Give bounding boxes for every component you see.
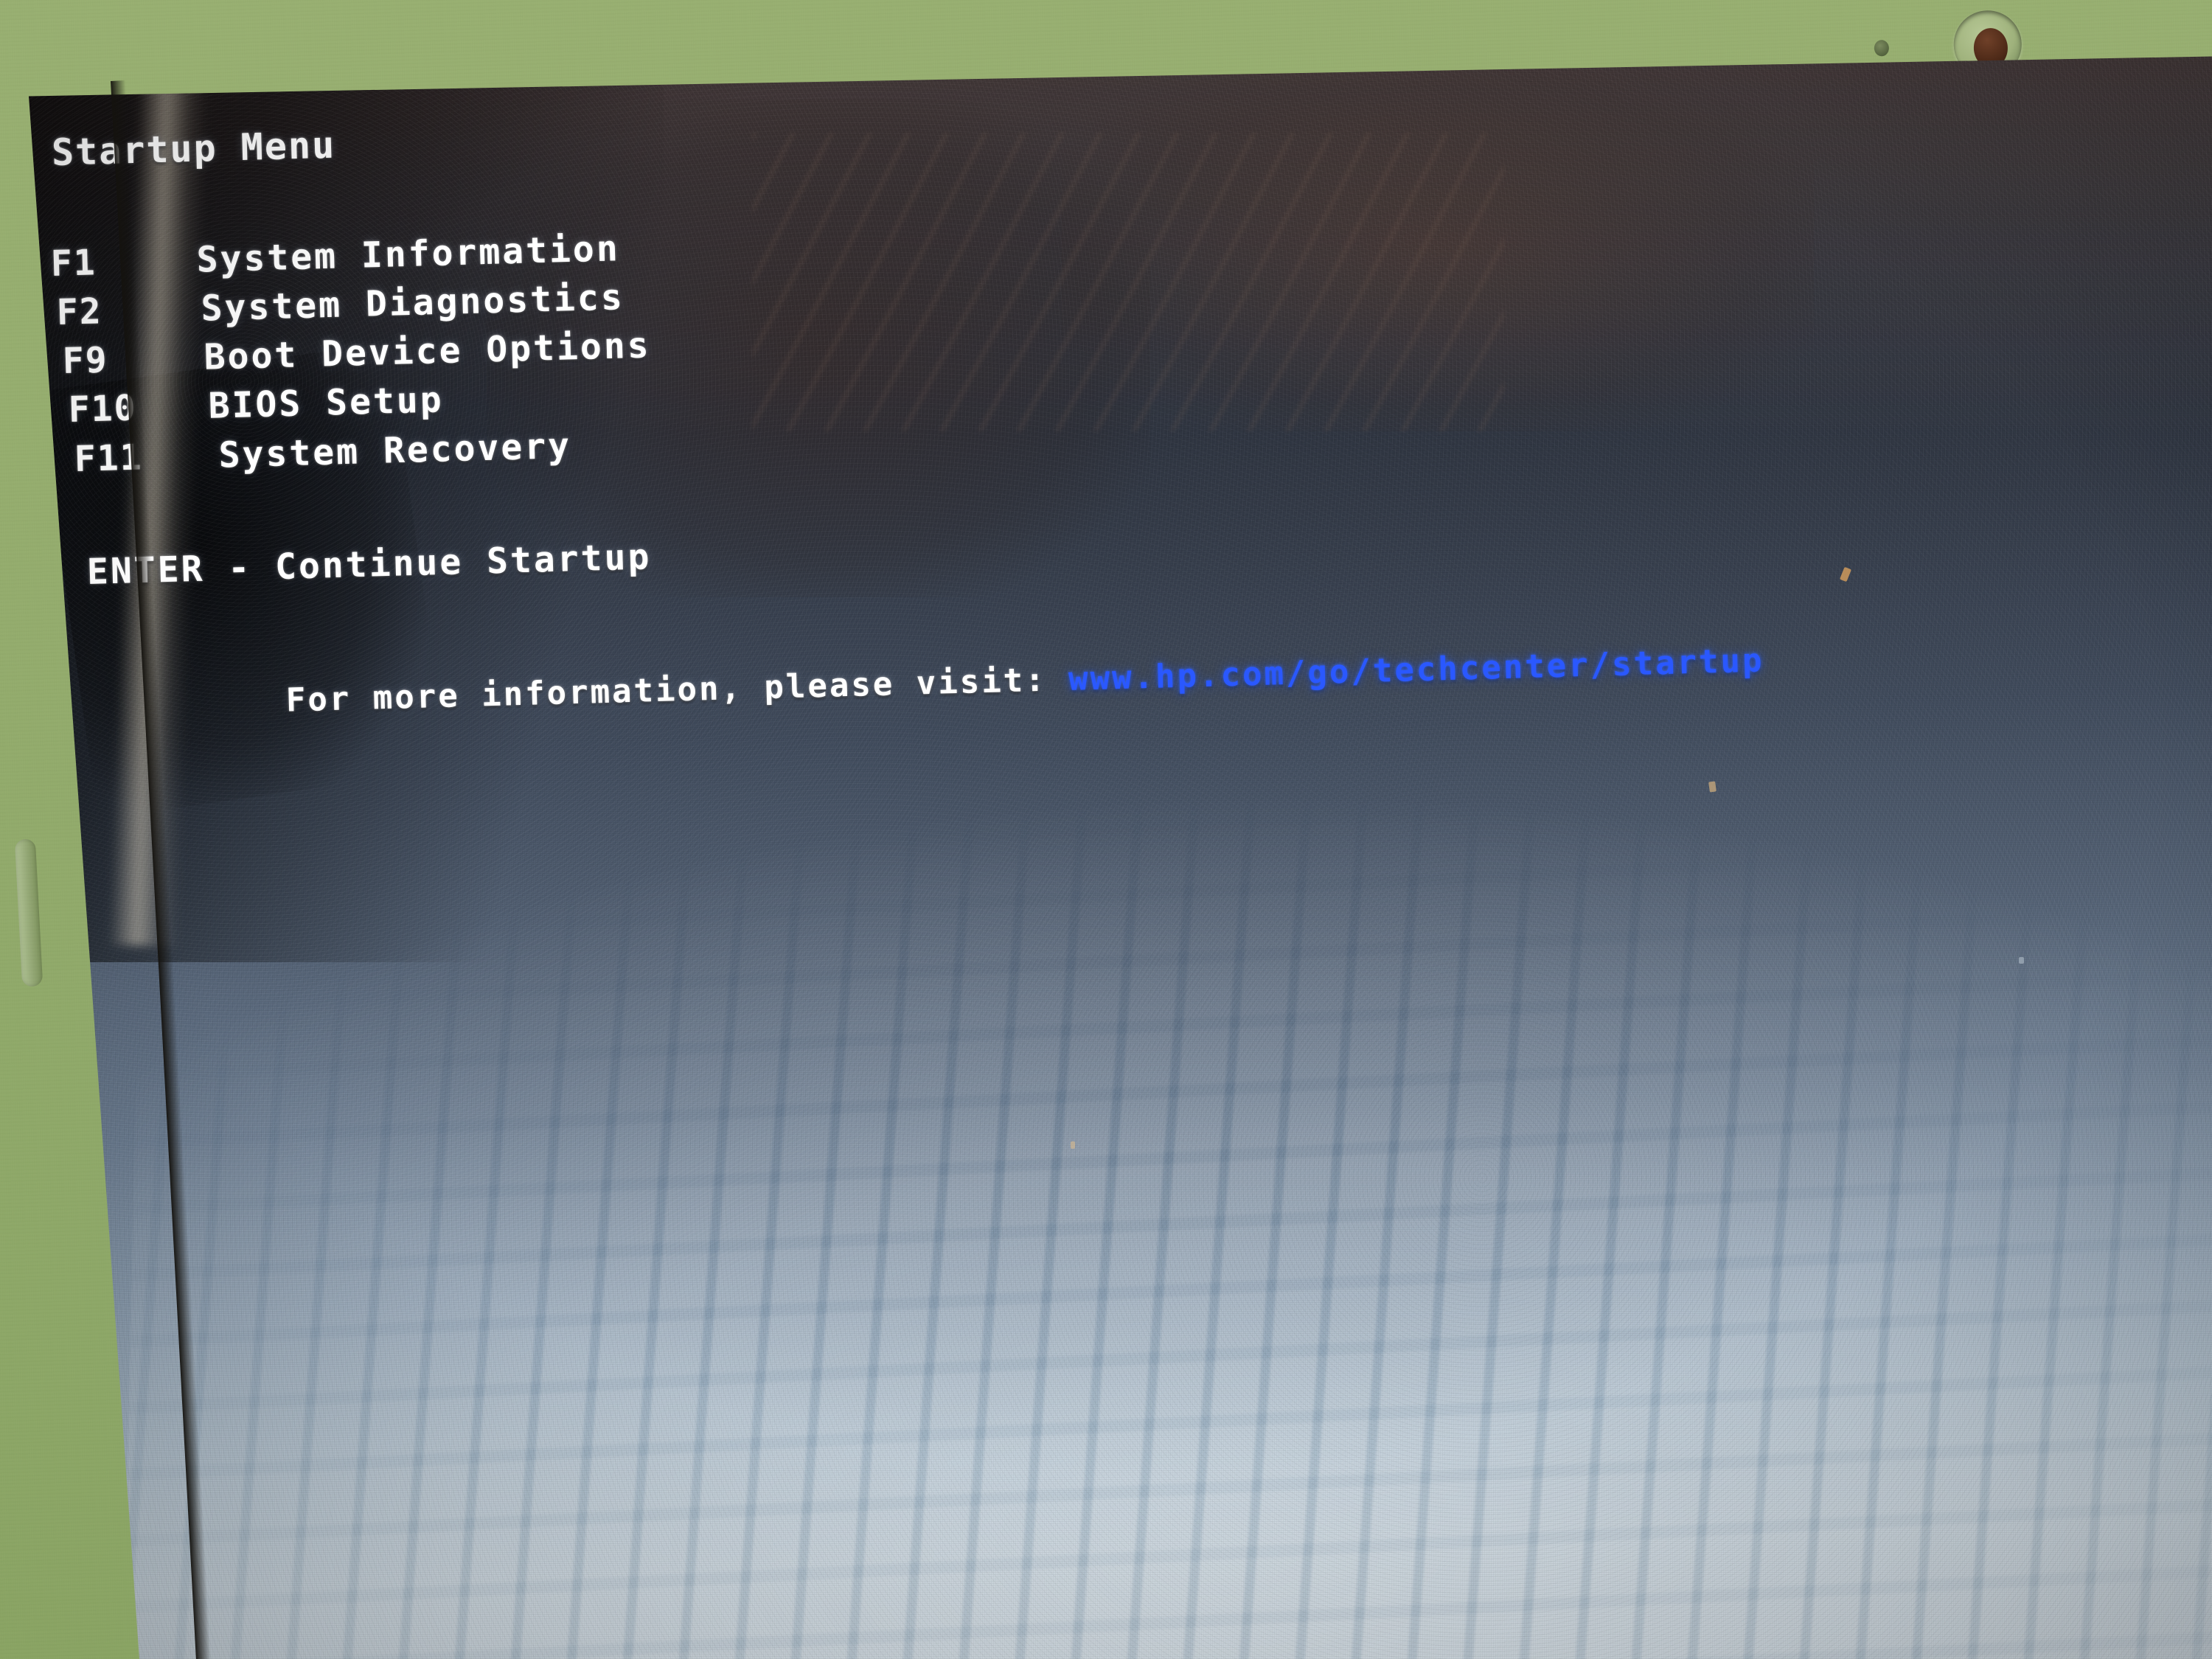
screenshot-root: Startup Menu F1 System Information F2 Sy… [0, 0, 2212, 1659]
laptop-display: Startup Menu F1 System Information F2 Sy… [29, 56, 2212, 1659]
reflection-keyboard [122, 643, 2212, 1659]
microphone-pinhole-icon [1874, 39, 1890, 57]
reflection-streaks [752, 133, 1504, 431]
